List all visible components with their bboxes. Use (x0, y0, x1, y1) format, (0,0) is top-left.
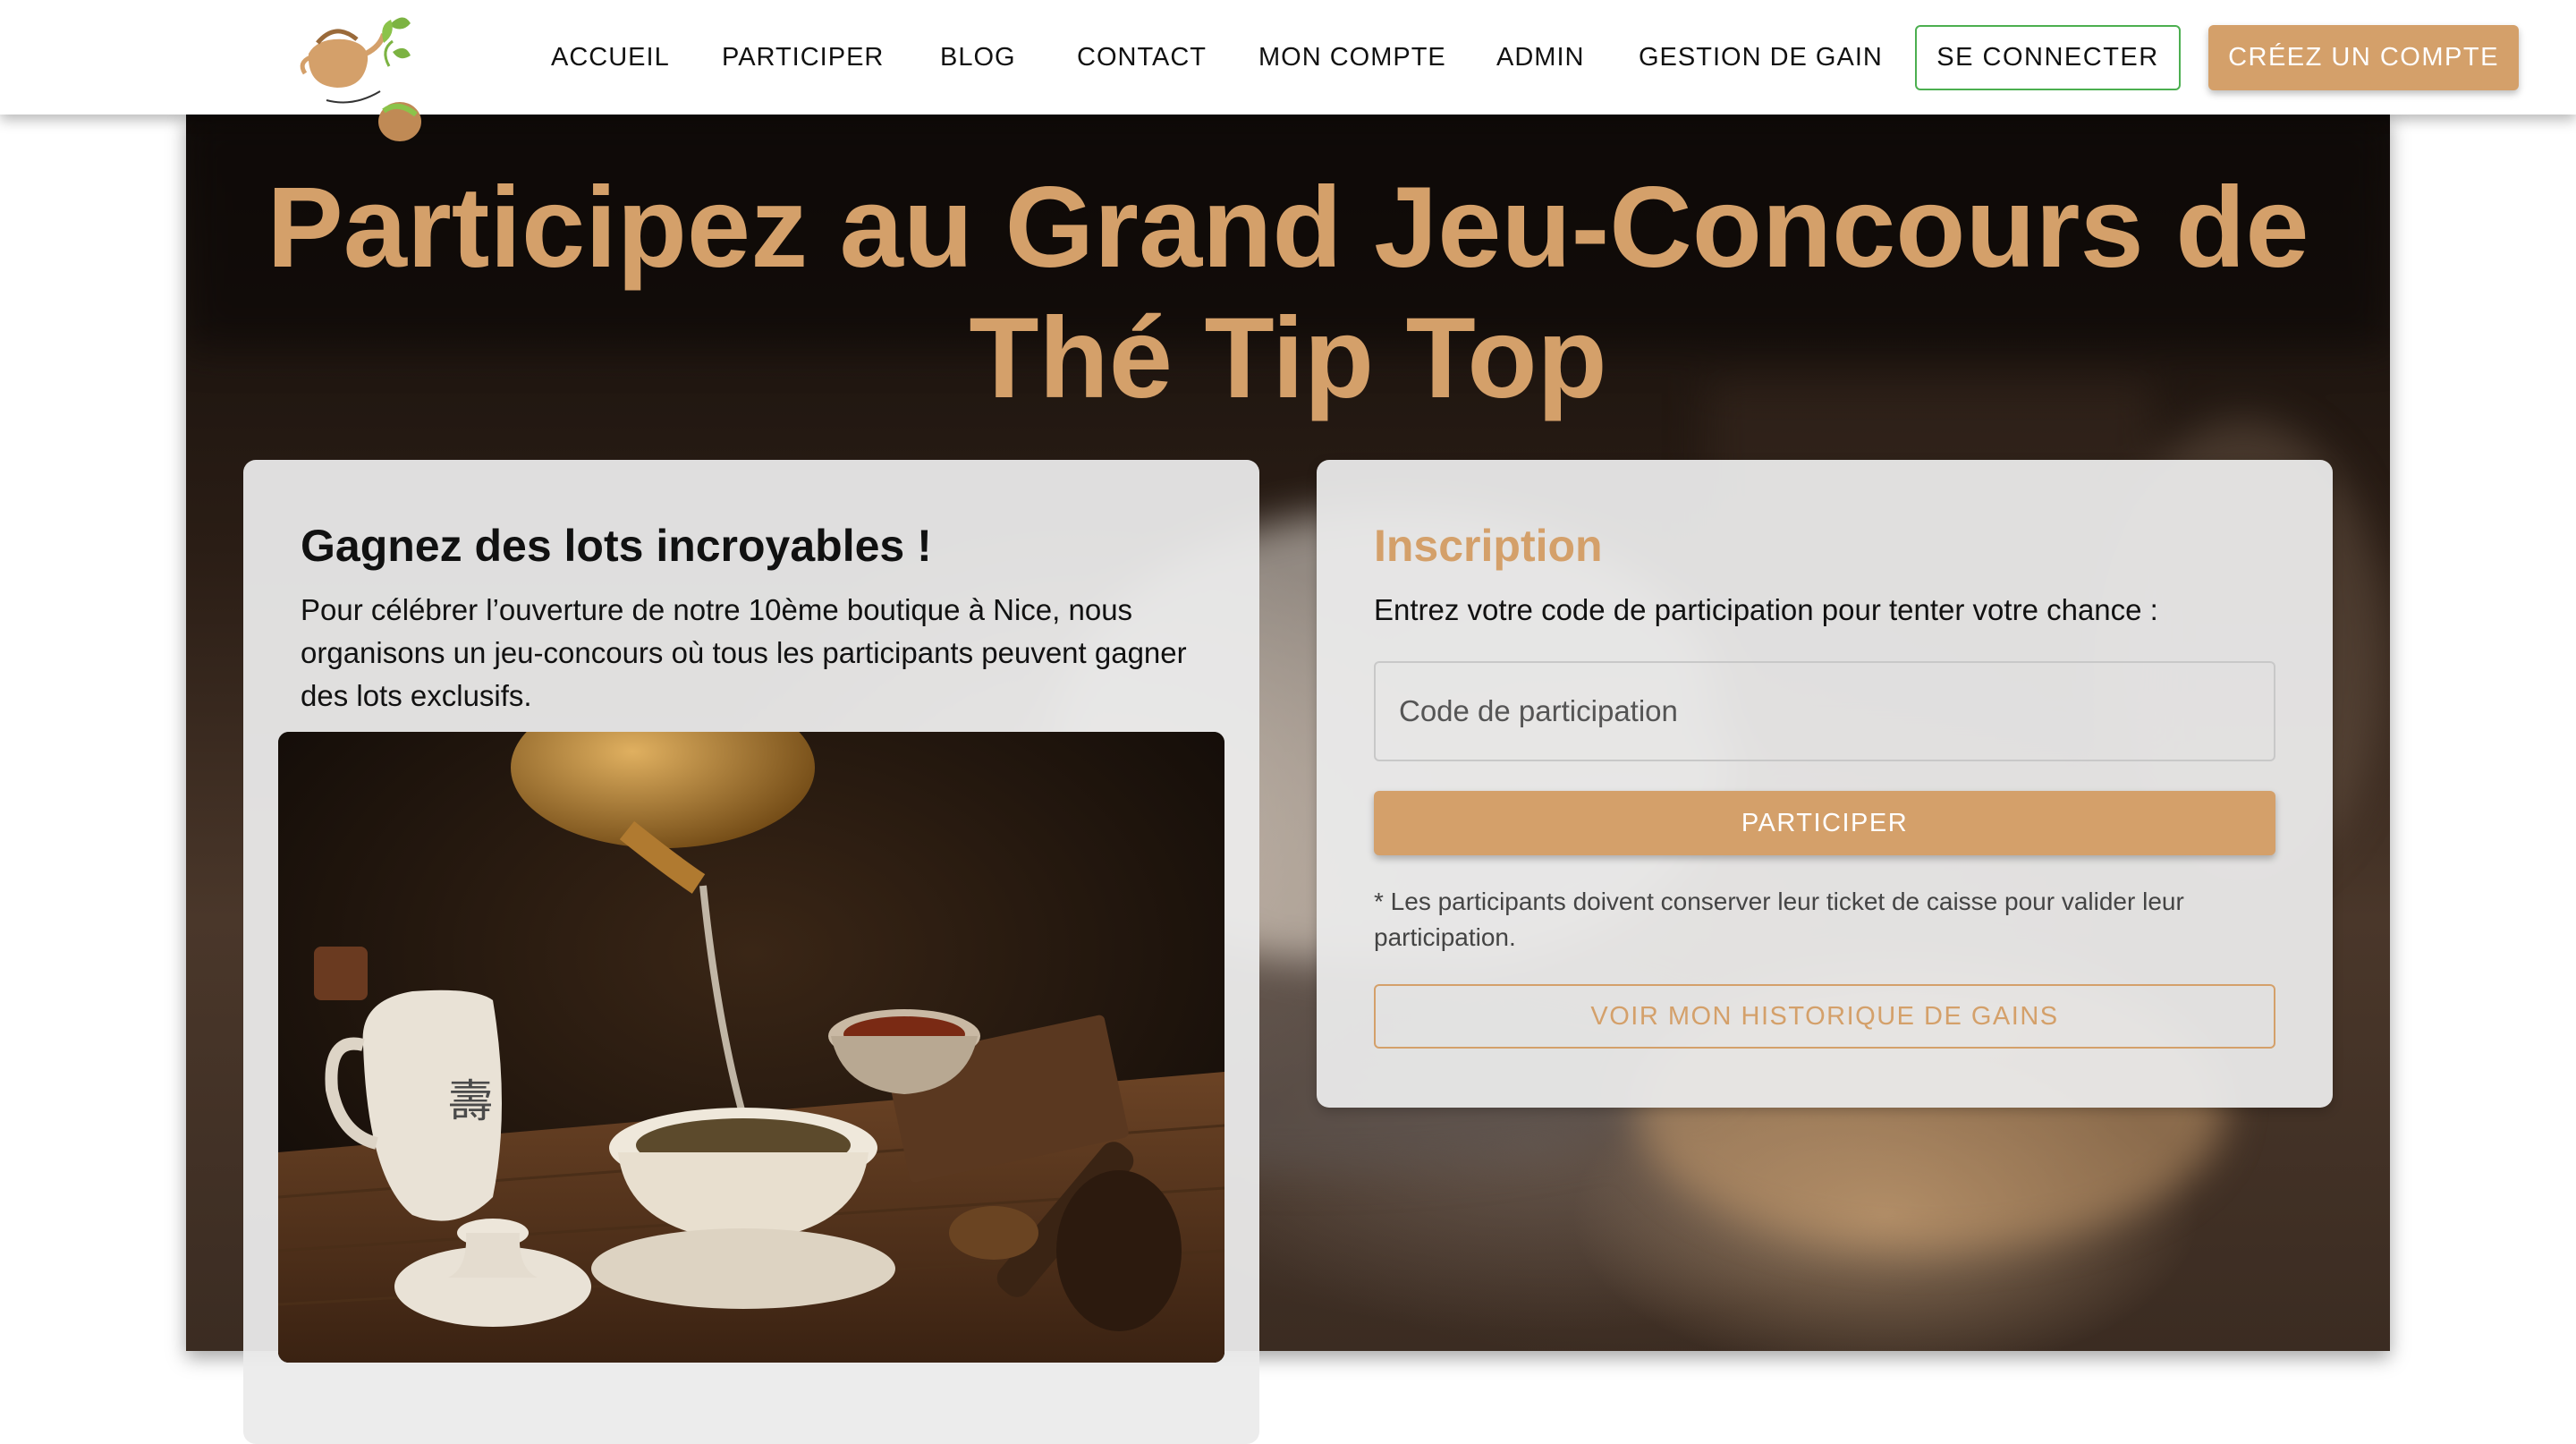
prizes-heading: Gagnez des lots incroyables ! (301, 521, 932, 571)
login-button[interactable]: SE CONNECTER (1915, 25, 2181, 90)
main-nav: ACCUEIL PARTICIPER BLOG CONTACT MON COMP… (0, 0, 2576, 115)
top-navbar: ACCUEIL PARTICIPER BLOG CONTACT MON COMP… (0, 0, 2576, 141)
signup-card: Inscription Entrez votre code de partici… (1317, 460, 2333, 1108)
nav-item-blog[interactable]: BLOG (940, 41, 1016, 73)
prize-history-button[interactable]: VOIR MON HISTORIQUE DE GAINS (1374, 984, 2275, 1049)
tea-ceremony-image: 壽 (278, 732, 1224, 1363)
nav-item-mon-compte[interactable]: MON COMPTE (1258, 41, 1446, 73)
hero-title-line1: Participez au Grand Jeu-Concours de (267, 164, 2309, 292)
hero-title-line2: Thé Tip Top (969, 294, 1607, 422)
signup-heading: Inscription (1374, 521, 1603, 571)
receipt-note: * Les participants doivent conserver leu… (1374, 888, 2184, 951)
create-account-button[interactable]: CRÉEZ UN COMPTE (2208, 25, 2519, 90)
nav-item-accueil[interactable]: ACCUEIL (551, 41, 670, 73)
nav-item-admin[interactable]: ADMIN (1496, 41, 1584, 73)
participation-code-input[interactable] (1374, 661, 2275, 761)
prizes-card: Gagnez des lots incroyables ! Pour céléb… (243, 460, 1259, 1444)
signup-intro: Entrez votre code de participation pour … (1374, 593, 2158, 626)
nav-item-participer[interactable]: PARTICIPER (722, 41, 884, 73)
svg-text:壽: 壽 (448, 1076, 493, 1126)
prizes-description: Pour célébrer l’ouverture de notre 10ème… (301, 593, 1187, 712)
hero-title: Participez au Grand Jeu-Concours de Thé … (186, 163, 2390, 424)
participate-button[interactable]: PARTICIPER (1374, 791, 2275, 855)
nav-item-gestion-de-gain[interactable]: GESTION DE GAIN (1639, 41, 1883, 73)
nav-item-contact[interactable]: CONTACT (1077, 41, 1207, 73)
tea-ceremony-illustration: 壽 (278, 732, 1224, 1363)
